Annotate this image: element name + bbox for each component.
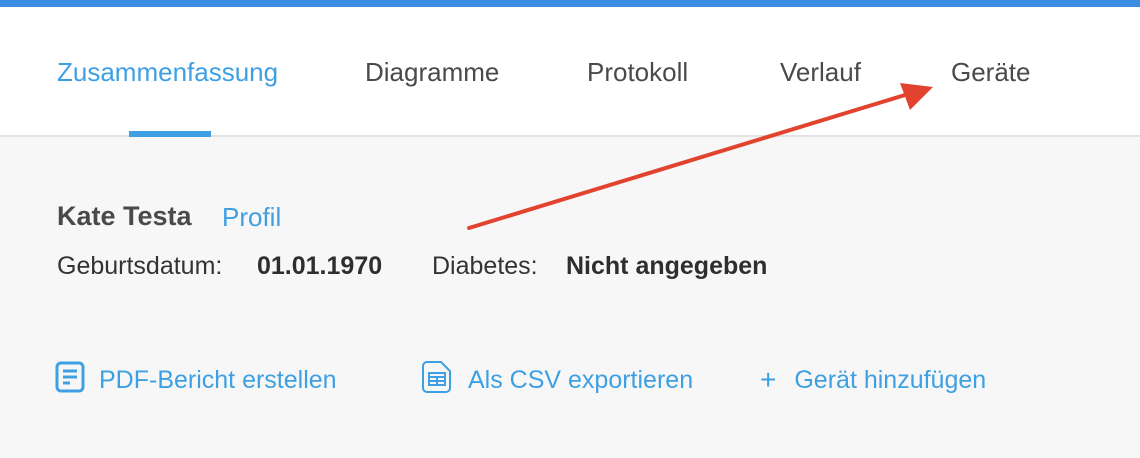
pdf-report-label: PDF-Bericht erstellen [99,365,337,394]
table-file-icon [420,360,454,401]
tab-geraete[interactable]: Geräte [951,57,1031,88]
add-device-button[interactable]: + Gerät hinzufügen [760,364,986,396]
csv-export-label: Als CSV exportieren [468,365,694,394]
tab-diagramme[interactable]: Diagramme [365,57,499,88]
birthdate-label: Geburtsdatum: [57,252,223,280]
summary-panel [0,137,1140,458]
top-accent-bar [0,0,1140,7]
plus-icon: + [760,364,777,395]
pdf-report-button[interactable]: PDF-Bericht erstellen [55,361,337,396]
csv-export-button[interactable]: Als CSV exportieren [420,360,694,396]
patient-name: Kate Testa [57,201,192,231]
profile-link[interactable]: Profil [222,202,281,233]
add-device-label: Gerät hinzufügen [794,365,987,394]
birthdate-value: 01.01.1970 [257,252,383,280]
tab-zusammenfassung[interactable]: Zusammenfassung [57,57,278,88]
tab-bar: Zusammenfassung Diagramme Protokoll Verl… [0,7,1140,137]
tab-verlauf[interactable]: Verlauf [780,57,861,88]
tab-protokoll[interactable]: Protokoll [587,57,688,88]
diabetes-label: Diabetes: [432,252,538,280]
document-icon [55,361,85,400]
diabetes-value: Nicht angegeben [566,252,768,280]
